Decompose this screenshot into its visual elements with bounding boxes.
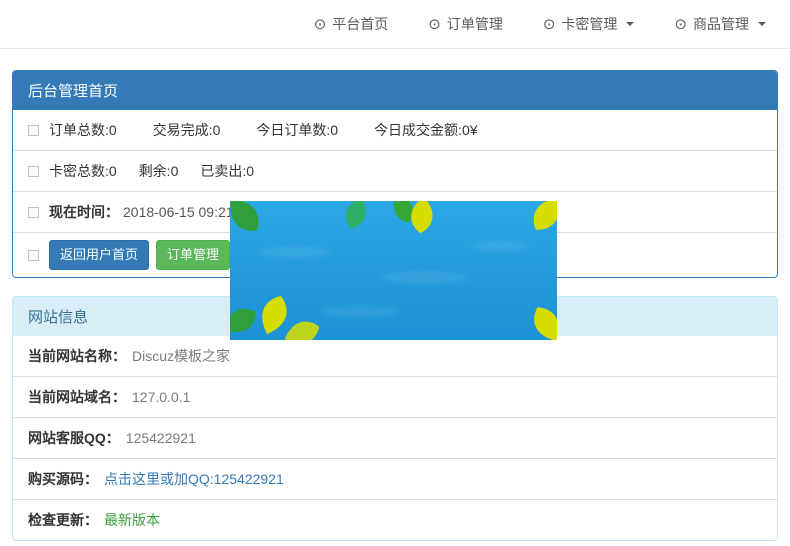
- stats-row-orders: 订单总数:0 交易完成:0 今日订单数:0 今日成交金额:0¥: [13, 110, 777, 150]
- stat-card-remaining: 剩余:0: [139, 161, 179, 181]
- stats-row-cards: 卡密总数:0 剩余:0 已卖出:0: [13, 150, 777, 191]
- circled-dot-icon: ⊙: [314, 17, 327, 32]
- nav-item-label: 商品管理: [693, 14, 749, 34]
- nav-item-label: 卡密管理: [561, 14, 617, 34]
- site-domain-value: 127.0.0.1: [132, 389, 190, 405]
- caret-down-icon: [758, 22, 766, 26]
- square-bullet-icon: [28, 125, 39, 136]
- buy-source-row: 购买源码： 点击这里或加QQ:125422921: [13, 458, 777, 499]
- panel-title-admin-home: 后台管理首页: [13, 71, 777, 110]
- check-update-label: 检查更新：: [28, 510, 98, 530]
- cloud-shape: [260, 246, 330, 258]
- check-update-row: 检查更新： 最新版本: [13, 499, 777, 540]
- back-to-user-home-button[interactable]: 返回用户首页: [49, 240, 149, 270]
- top-navbar: ⊙ 平台首页 ⊙ 订单管理 ⊙ 卡密管理 ⊙ 商品管理: [0, 0, 790, 49]
- buy-source-link[interactable]: 点击这里或加QQ:125422921: [104, 469, 284, 489]
- check-update-link[interactable]: 最新版本: [104, 510, 160, 530]
- cloud-shape: [380, 271, 470, 284]
- leaf-icon: [230, 201, 275, 246]
- site-name-row: 当前网站名称： Discuz模板之家: [13, 336, 777, 376]
- leaf-icon: [518, 295, 557, 340]
- circled-dot-icon: ⊙: [543, 17, 556, 32]
- site-domain-row: 当前网站域名： 127.0.0.1: [13, 376, 777, 417]
- stat-card-total: 卡密总数:0: [49, 161, 117, 181]
- stat-card-sold: 已卖出:0: [200, 161, 254, 181]
- nav-item-product-management[interactable]: ⊙ 商品管理: [674, 14, 766, 34]
- square-bullet-icon: [28, 207, 39, 218]
- site-name-label: 当前网站名称：: [28, 346, 126, 366]
- nav-item-card-management[interactable]: ⊙ 卡密管理: [543, 14, 635, 34]
- site-domain-label: 当前网站域名：: [28, 387, 126, 407]
- stat-order-total: 订单总数:0: [49, 120, 117, 140]
- square-bullet-icon: [28, 250, 39, 261]
- service-qq-label: 网站客服QQ：: [28, 428, 120, 448]
- service-qq-value: 125422921: [126, 430, 196, 446]
- stat-trade-complete: 交易完成:0: [153, 120, 221, 140]
- current-time-label: 现在时间：: [49, 202, 119, 222]
- service-qq-row: 网站客服QQ： 125422921: [13, 417, 777, 458]
- circled-dot-icon: ⊙: [428, 17, 441, 32]
- circled-dot-icon: ⊙: [674, 17, 687, 32]
- caret-down-icon: [626, 22, 634, 26]
- buy-source-label: 购买源码：: [28, 469, 98, 489]
- promo-image-overlay: [230, 201, 557, 340]
- nav-item-label: 订单管理: [447, 14, 503, 34]
- square-bullet-icon: [28, 166, 39, 177]
- leaf-icon: [518, 201, 557, 243]
- current-time-value: 2018-06-15 09:21: [123, 204, 234, 220]
- nav-item-order-management[interactable]: ⊙ 订单管理: [428, 14, 503, 34]
- site-name-value: Discuz模板之家: [132, 346, 230, 366]
- nav-item-platform-home[interactable]: ⊙ 平台首页: [314, 14, 389, 34]
- page: ⊙ 平台首页 ⊙ 订单管理 ⊙ 卡密管理 ⊙ 商品管理 后台管理首页 订单总数:…: [0, 0, 790, 546]
- leaf-icon: [333, 201, 379, 236]
- order-management-button[interactable]: 订单管理: [156, 240, 230, 270]
- leaf-icon: [400, 201, 443, 237]
- nav-item-label: 平台首页: [332, 14, 388, 34]
- cloud-shape: [320, 306, 400, 318]
- cloud-shape: [470, 241, 530, 251]
- stat-today-amount: 今日成交金额:0¥: [374, 120, 477, 140]
- stat-today-orders: 今日订单数:0: [256, 120, 338, 140]
